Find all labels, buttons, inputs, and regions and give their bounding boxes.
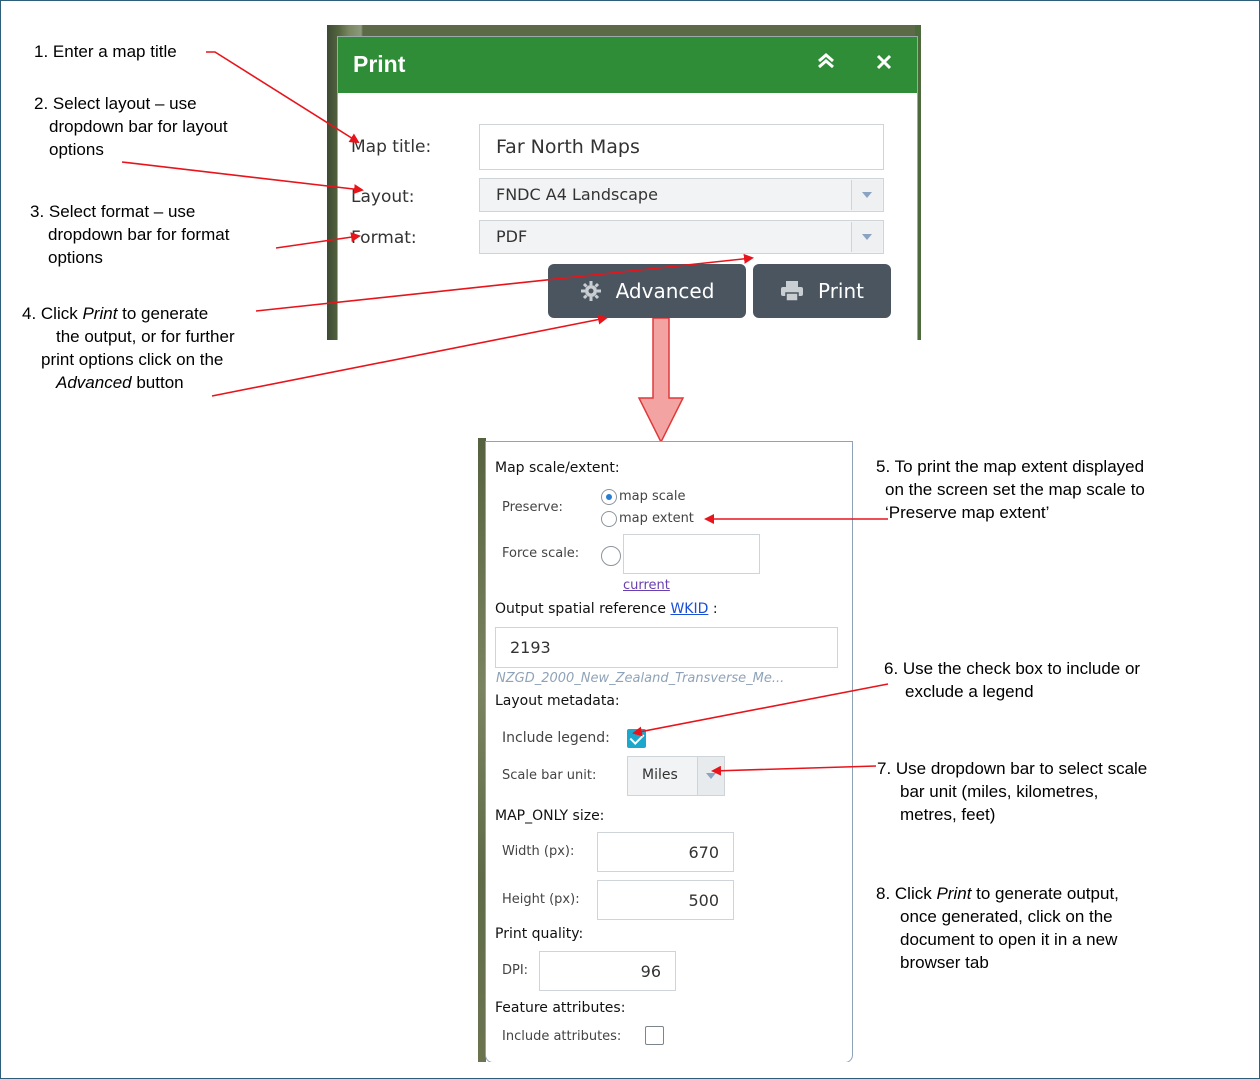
include-legend-label: Include legend: <box>502 730 610 746</box>
include-legend-checkbox[interactable] <box>627 729 646 748</box>
layout-label: Layout: <box>351 187 415 207</box>
advanced-button[interactable]: Advanced <box>548 264 746 318</box>
note-2: 2. Select layout – use dropdown bar for … <box>34 94 228 159</box>
wkid-value: 2193 <box>510 638 551 657</box>
note-4: 4. Click Print to generate the output, o… <box>22 304 235 392</box>
note-5: 5. To print the map extent displayed on … <box>876 457 1145 522</box>
chevron-down-icon[interactable] <box>851 180 882 210</box>
current-scale-link[interactable]: current <box>623 578 670 593</box>
chevron-down-icon[interactable] <box>697 757 724 795</box>
include-attributes-checkbox[interactable] <box>645 1026 664 1045</box>
height-value: 500 <box>688 891 719 910</box>
down-arrow-graphic <box>637 318 685 444</box>
width-input[interactable]: 670 <box>597 832 734 872</box>
map-title-input[interactable]: Far North Maps <box>479 124 884 170</box>
map-title-value: Far North Maps <box>496 136 640 158</box>
layout-value: FNDC A4 Landscape <box>496 185 658 204</box>
wkid-link[interactable]: WKID <box>670 601 708 617</box>
spatial-reference-label: Output spatial reference <box>495 601 666 617</box>
note-3: 3. Select format – use dropdown bar for … <box>30 202 230 267</box>
note-6: 6. Use the check box to include or exclu… <box>884 659 1141 701</box>
print-panel-title: Print <box>353 51 406 77</box>
width-value: 670 <box>688 843 719 862</box>
wkid-input[interactable]: 2193 <box>495 627 838 668</box>
width-label: Width (px): <box>502 844 575 859</box>
print-panel-header: Print <box>338 37 917 93</box>
chevron-down-icon[interactable] <box>851 222 882 252</box>
print-button-label: Print <box>817 279 864 303</box>
layout-select[interactable]: FNDC A4 Landscape <box>479 178 884 212</box>
advanced-options-screenshot: Map scale/extent: Preserve: map scale ma… <box>478 438 853 1062</box>
format-label: Format: <box>351 228 417 248</box>
feature-attributes-heading: Feature attributes: <box>495 1000 626 1016</box>
format-value: PDF <box>496 227 528 246</box>
include-attributes-label: Include attributes: <box>502 1029 622 1044</box>
map-scale-heading: Map scale/extent: <box>495 460 620 476</box>
print-quality-heading: Print quality: <box>495 926 584 942</box>
map-title-label: Map title: <box>351 137 432 157</box>
spatial-reference-heading: Output spatial reference WKID : <box>495 601 718 617</box>
height-label: Height (px): <box>502 892 580 907</box>
advanced-button-label: Advanced <box>615 279 715 303</box>
layout-metadata-heading: Layout metadata: <box>495 693 620 709</box>
print-panel: Print Map title: Far North Maps Layout: … <box>337 36 918 340</box>
scale-bar-unit-select[interactable]: Miles <box>627 756 725 796</box>
dpi-label: DPI: <box>502 963 529 978</box>
preserve-label: Preserve: <box>502 500 563 515</box>
dpi-value: 96 <box>640 962 661 981</box>
map-only-size-heading: MAP_ONLY size: <box>495 808 605 824</box>
map-scale-radio[interactable] <box>601 489 617 505</box>
force-scale-input[interactable] <box>623 534 760 574</box>
scale-bar-unit-value: Miles <box>642 767 678 783</box>
map-scale-option-label: map scale <box>619 489 686 504</box>
force-scale-radio[interactable] <box>601 546 621 566</box>
wkid-description: NZGD_2000_New_Zealand_Transverse_Me... <box>496 671 785 686</box>
close-icon[interactable] <box>872 51 896 77</box>
scale-bar-unit-label: Scale bar unit: <box>502 768 597 783</box>
gear-icon <box>580 281 601 301</box>
note-7: 7. Use dropdown bar to select scale bar … <box>877 759 1148 824</box>
map-extent-option-label: map extent <box>619 511 694 526</box>
map-extent-radio[interactable] <box>601 511 617 527</box>
force-scale-label: Force scale: <box>502 546 580 561</box>
print-button[interactable]: Print <box>753 264 891 318</box>
note-8: 8. Click Print to generate output, once … <box>876 884 1119 972</box>
spatial-reference-colon: : <box>708 601 718 617</box>
dpi-input[interactable]: 96 <box>539 951 676 991</box>
print-widget-screenshot: Print Map title: Far North Maps Layout: … <box>327 25 921 340</box>
format-select[interactable]: PDF <box>479 220 884 254</box>
printer-icon <box>780 281 803 302</box>
height-input[interactable]: 500 <box>597 880 734 920</box>
advanced-options-panel: Map scale/extent: Preserve: map scale ma… <box>485 441 853 1062</box>
note-1: 1. Enter a map title <box>34 42 177 61</box>
double-chevron-up-icon[interactable] <box>814 51 838 77</box>
